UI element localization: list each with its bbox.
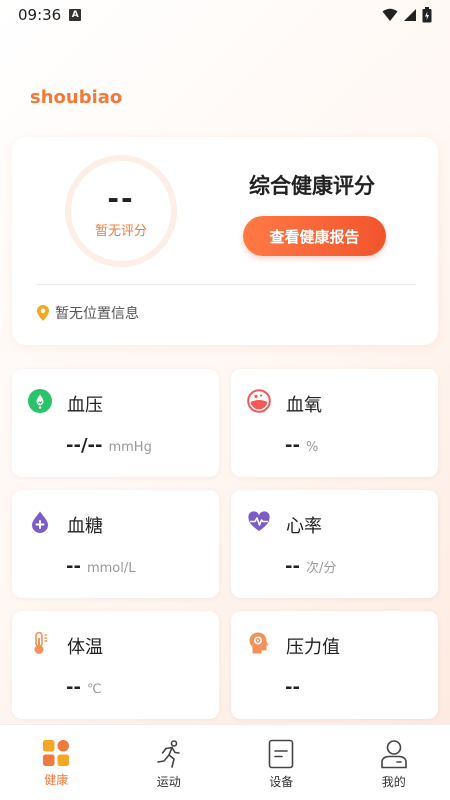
metric-card-heart-rate[interactable]: 心率 -- 次/分: [231, 490, 438, 598]
metric-name: 心率: [286, 516, 322, 537]
metric-value-text: --: [66, 677, 81, 698]
stress-icon: [249, 632, 269, 654]
tab-label: 设备: [269, 775, 294, 789]
location-pin-icon: [37, 305, 49, 321]
wifi-icon: [382, 8, 398, 21]
blood-oxygen-icon: [247, 389, 271, 413]
metric-card-stress[interactable]: 压力值 --: [231, 611, 438, 719]
metric-name: 血氧: [286, 395, 322, 416]
metric-unit: ℃: [86, 682, 102, 697]
metric-value-text: --: [285, 435, 300, 456]
notification-a-icon: A: [69, 9, 82, 21]
tab-sport[interactable]: 运动: [113, 725, 226, 800]
status-time: 09:36: [18, 6, 62, 24]
view-health-report-button[interactable]: 查看健康报告: [243, 216, 386, 256]
tab-device[interactable]: 设备: [225, 725, 338, 800]
metric-card-temperature[interactable]: 体温 -- ℃: [12, 611, 219, 719]
metric-value: -- ℃: [66, 677, 102, 698]
app-title: shoubiao: [30, 87, 123, 108]
heart-rate-icon: [248, 511, 270, 531]
battery-icon: [422, 7, 432, 23]
metric-value: --%: [285, 435, 318, 456]
score-value: --: [107, 181, 135, 215]
metric-card-blood-pressure[interactable]: 血压 --/-- mmHg: [12, 369, 219, 477]
metric-value: --: [285, 677, 306, 698]
health-score-card: -- 暂无评分 综合健康评分 查看健康报告 暂无位置信息: [12, 137, 438, 345]
running-icon: [156, 740, 180, 768]
metric-name: 压力值: [286, 637, 340, 658]
signal-icon: [404, 9, 416, 21]
score-title: 综合健康评分: [249, 174, 375, 198]
metric-unit: mmHg: [108, 440, 152, 455]
metric-value-text: --: [66, 556, 81, 577]
status-bar: 09:36 A: [0, 0, 450, 30]
location-text: 暂无位置信息: [55, 306, 139, 322]
bottom-tab-bar: 健康 运动 设备 我的: [0, 724, 450, 800]
metric-name: 体温: [67, 637, 103, 658]
tab-label: 我的: [381, 775, 406, 789]
profile-icon: [380, 740, 407, 769]
location-row[interactable]: 暂无位置信息: [37, 303, 139, 323]
metric-unit: %: [305, 440, 319, 455]
health-grid-icon: [43, 740, 70, 766]
blood-pressure-icon: [28, 389, 52, 413]
metric-card-blood-oxygen[interactable]: 血氧 --%: [231, 369, 438, 477]
tab-label: 健康: [44, 773, 69, 787]
metric-value-text: --: [285, 677, 300, 698]
blood-sugar-icon: [32, 511, 48, 533]
score-ring: -- 暂无评分: [65, 155, 177, 267]
metric-unit: mmol/L: [86, 561, 136, 576]
metric-value-text: --/--: [66, 435, 103, 456]
metric-value-text: --: [285, 556, 300, 577]
metric-unit: 次/分: [305, 561, 337, 576]
tab-mine[interactable]: 我的: [338, 725, 450, 800]
score-label: 暂无评分: [94, 223, 147, 239]
device-icon: [268, 739, 294, 769]
metric-card-blood-sugar[interactable]: 血糖 -- mmol/L: [12, 490, 219, 598]
thermometer-icon: [34, 631, 47, 654]
metric-value: -- 次/分: [285, 556, 336, 577]
metric-value: -- mmol/L: [66, 556, 135, 577]
metric-value: --/-- mmHg: [66, 435, 152, 456]
metric-name: 血压: [67, 395, 103, 416]
card-divider: [36, 284, 416, 285]
metric-name: 血糖: [67, 516, 103, 537]
tab-health[interactable]: 健康: [0, 725, 113, 800]
tab-label: 运动: [156, 775, 181, 789]
